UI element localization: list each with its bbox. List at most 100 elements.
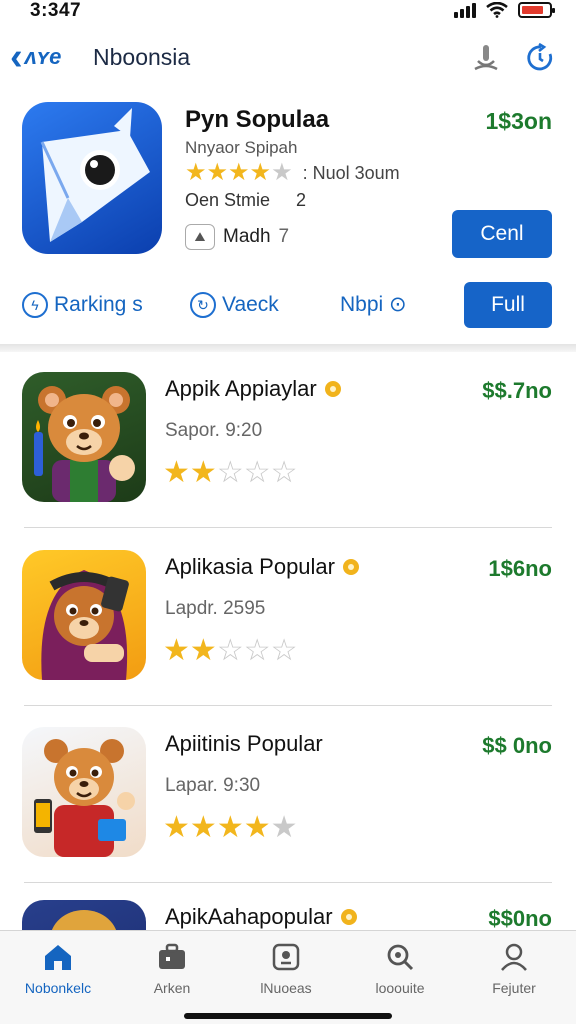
- tab-home[interactable]: Nobonkelc: [3, 939, 113, 996]
- app-title: ApikAahapopular: [165, 904, 357, 930]
- bear-app-icon: [22, 372, 146, 502]
- featured-info-line: Oen Stmie 2: [185, 190, 306, 211]
- nbpi-link[interactable]: Nbpi ⊙: [340, 292, 407, 317]
- wifi-icon: [486, 2, 508, 18]
- app-title: Appik Appiaylar: [165, 376, 341, 402]
- featured-app-card[interactable]: Pyn Sopulaa 1$3on Nnyaor Spipah ★ ★ ★ ★ ★ : …: [0, 96, 576, 346]
- tab-label: Arken: [153, 980, 191, 996]
- vaeck-label: Vaeck: [222, 293, 279, 316]
- tab-nuoeas[interactable]: lNuoeas: [231, 939, 341, 996]
- nbpi-label: Nbpi ⊙: [340, 293, 407, 316]
- tab-label: Fejuter: [492, 980, 536, 996]
- verified-badge-icon: [342, 559, 359, 575]
- tab-profile[interactable]: Fejuter: [459, 939, 569, 996]
- section-divider: [0, 344, 576, 352]
- list-item[interactable]: Aplikasia Popular 1$6no Lapdr. 2595 ★ ★ ☆ ☆…: [0, 550, 576, 726]
- tab-label: lNuoeas: [260, 980, 312, 996]
- ranking-label: Rarking s: [54, 293, 143, 316]
- app-title: Aplikasia Popular: [165, 554, 359, 580]
- person-icon: [496, 939, 532, 975]
- star-rating: ★ ★ ★ ★ ★: [163, 813, 298, 843]
- mic-icon[interactable]: [468, 40, 504, 76]
- page-title: Nboonsia: [93, 44, 191, 70]
- vaeck-link[interactable]: ↻ Vaeck: [190, 292, 279, 318]
- app-price[interactable]: $$ 0no: [482, 733, 552, 759]
- badge-icon: [268, 939, 304, 975]
- row-divider: [24, 705, 552, 706]
- review-count: : Nuol 3oum: [302, 162, 400, 183]
- star-icon: ★: [189, 634, 217, 667]
- star-icon: ★: [206, 159, 229, 186]
- star-rating: ★ ★ ★ ★ ★: [185, 160, 293, 186]
- home-icon: [40, 939, 76, 975]
- star-icon: ★: [228, 159, 250, 186]
- star-icon: ★: [270, 811, 298, 844]
- get-button[interactable]: Cenl: [452, 210, 552, 258]
- star-icon: ★: [271, 159, 293, 186]
- app-price[interactable]: $$0no: [488, 906, 552, 930]
- star-icon: ★: [185, 159, 207, 186]
- back-button[interactable]: ‹ ʌʏe: [10, 38, 61, 76]
- status-time: 3:347: [30, 0, 82, 21]
- app-subtitle: Lapdr. 2595: [165, 598, 266, 619]
- app-subtitle: Lapar. 9:30: [165, 775, 261, 796]
- refresh-icon[interactable]: [522, 40, 558, 76]
- chat-refresh-icon: ↻: [190, 292, 216, 318]
- star-icon: ☆: [216, 456, 244, 489]
- star-icon: ☆: [216, 634, 244, 667]
- search-icon: [382, 939, 418, 975]
- star-icon: ★: [216, 811, 244, 844]
- star-icon: ★: [163, 456, 190, 489]
- featured-app-icon: [22, 102, 162, 254]
- star-icon: ☆: [270, 456, 298, 489]
- featured-actions: ϟ Rarking s ↻ Vaeck Nbpi ⊙ Full: [0, 282, 576, 332]
- featured-tag-line: ⛰ Madh 7: [185, 224, 289, 250]
- app-subtitle: Sapor. 9:20: [165, 420, 263, 441]
- star-icon: ★: [249, 159, 272, 186]
- tag-label: Madh: [223, 226, 271, 247]
- home-indicator[interactable]: [184, 1013, 392, 1019]
- tab-arken[interactable]: Arken: [117, 939, 227, 996]
- status-icons: [454, 2, 555, 18]
- star-icon: ★: [163, 811, 190, 844]
- star-icon: ★: [189, 456, 217, 489]
- battery-icon: [518, 2, 555, 18]
- signal-icon: [454, 2, 476, 18]
- briefcase-icon: [154, 939, 190, 975]
- app-price[interactable]: 1$6no: [488, 556, 552, 582]
- hooded-bear-app-icon: [22, 550, 146, 680]
- list-item[interactable]: ApikAahapopular $$0no: [0, 900, 576, 930]
- star-rating: ★ ★ ☆ ☆ ☆: [163, 636, 298, 666]
- star-icon: ☆: [270, 634, 298, 667]
- bolt-icon: ϟ: [22, 292, 48, 318]
- tab-search[interactable]: looouite: [345, 939, 455, 996]
- tag-icon: ⛰: [185, 224, 215, 250]
- status-bar: 3:347: [0, 0, 576, 26]
- star-icon: ★: [189, 811, 217, 844]
- tag-value: 7: [278, 226, 290, 247]
- tab-bar: Nobonkelc Arken lNuoeas looouite Fejuter: [0, 930, 576, 1024]
- partial-app-icon: [22, 900, 146, 930]
- chevron-left-icon: ‹: [10, 36, 23, 78]
- featured-app-title: Pyn Sopulaa: [185, 106, 330, 133]
- back-label: ʌʏe: [24, 44, 62, 69]
- ranking-link[interactable]: ϟ Rarking s: [22, 292, 143, 318]
- app-price[interactable]: $$.7no: [482, 378, 552, 404]
- row-divider: [24, 882, 552, 883]
- star-icon: ★: [243, 811, 271, 844]
- tab-label: looouite: [375, 980, 425, 996]
- featured-rating: ★ ★ ★ ★ ★ : Nuol 3oum: [185, 160, 400, 186]
- featured-subtitle: Nnyaor Spipah: [185, 138, 298, 157]
- bear-phone-app-icon: [22, 727, 146, 857]
- app-title: Apiitinis Popular: [165, 731, 323, 756]
- full-button[interactable]: Full: [464, 282, 552, 328]
- featured-price: 1$3on: [485, 108, 552, 134]
- verified-badge-icon: [324, 381, 341, 397]
- info-label: Oen Stmie: [185, 190, 271, 210]
- row-divider: [24, 527, 552, 528]
- star-icon: ☆: [243, 634, 271, 667]
- star-icon: ★: [163, 634, 190, 667]
- info-value: 2: [296, 190, 307, 210]
- list-item[interactable]: Appik Appiaylar $$.7no Sapor. 9:20 ★ ★ ☆ ☆ ☆: [0, 372, 576, 548]
- list-item[interactable]: Apiitinis Popular $$ 0no Lapar. 9:30 ★ ★ ★…: [0, 727, 576, 903]
